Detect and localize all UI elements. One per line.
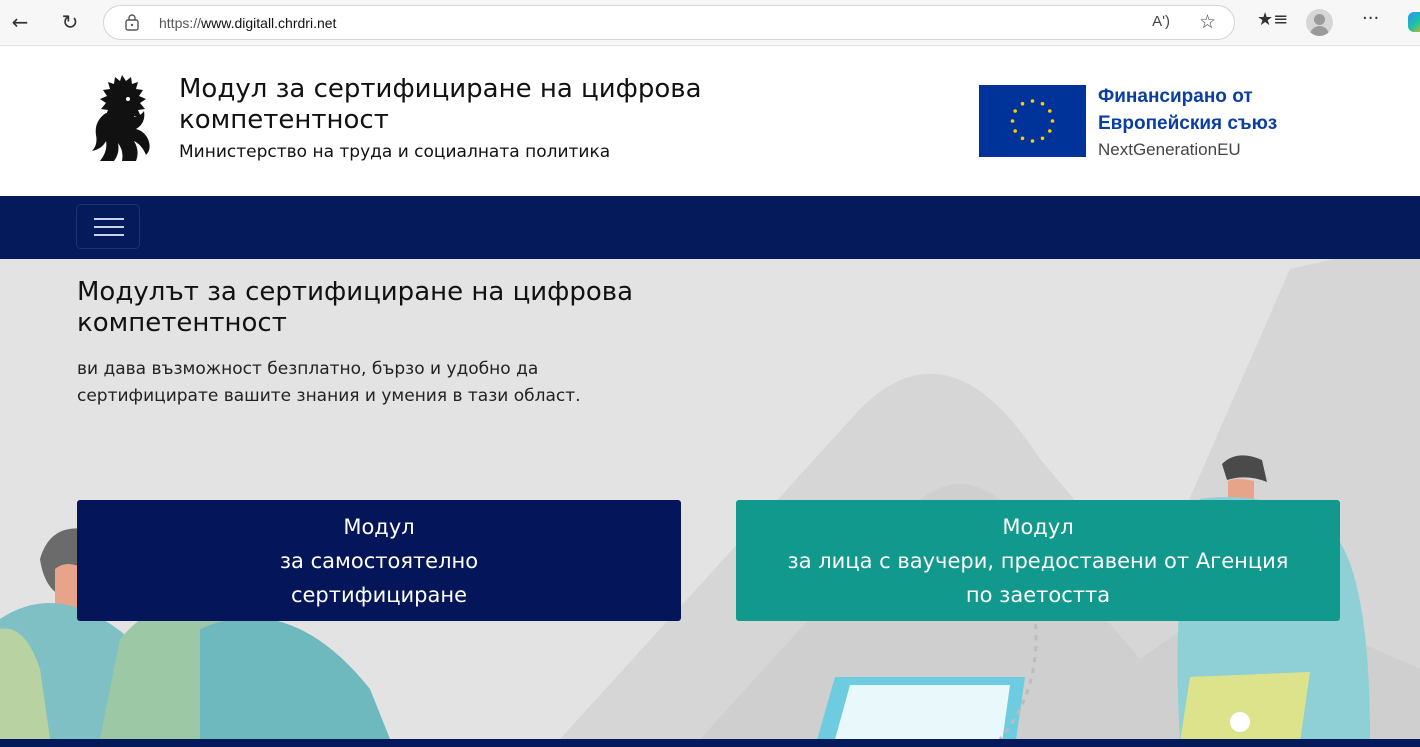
back-icon[interactable]: ←	[6, 8, 34, 36]
favorites-icon[interactable]: ★≡	[1257, 9, 1288, 30]
voucher-button-line1: Модул	[1002, 514, 1074, 539]
self-button-line2: за самостоятелно	[279, 548, 479, 573]
site-title: Модул за сертифициране на цифрова компет…	[179, 74, 702, 135]
hero-title: Модулът за сертифициране на цифрова комп…	[77, 277, 634, 338]
eu-funding-line1: Финансирано от	[1098, 86, 1253, 107]
ministry-subtitle: Министерство на труда и социалната полит…	[179, 142, 611, 162]
voucher-button-line3: по заетостта	[965, 582, 1111, 607]
coat-of-arms-lion-icon[interactable]	[86, 73, 160, 166]
more-icon[interactable]: ···	[1362, 8, 1379, 29]
self-button-line1: Модул	[343, 514, 415, 539]
voucher-button-line2: за лица с ваучери, предоставени от Агенц…	[787, 548, 1289, 573]
self-button-line3: сертифициране	[290, 582, 468, 607]
voucher-module-button[interactable]: Модул за лица с ваучери, предоставени от…	[736, 500, 1340, 621]
eu-flag-icon	[979, 85, 1086, 157]
lock-icon[interactable]	[124, 13, 140, 31]
address-bar[interactable]: https://www.digitall.chrdri.net Aʹ) ☆	[103, 5, 1235, 40]
hero-section: Модулът за сертифициране на цифрова комп…	[0, 259, 1420, 739]
browser-toolbar: ← ↻ https://www.digitall.chrdri.net Aʹ) …	[0, 0, 1420, 46]
hamburger-icon	[94, 218, 124, 220]
url-text[interactable]: https://www.digitall.chrdri.net	[159, 15, 336, 31]
main-navbar	[0, 196, 1420, 259]
copilot-icon[interactable]	[1408, 12, 1420, 32]
hero-description: ви дава възможност безплатно, бързо и уд…	[77, 359, 581, 406]
refresh-icon[interactable]: ↻	[56, 8, 84, 36]
eu-funding-line3: NextGenerationEU	[1098, 140, 1241, 159]
footer-bar	[0, 739, 1420, 747]
menu-toggle-button[interactable]	[76, 204, 140, 249]
eu-funding-line2: Европейския съюз	[1098, 113, 1278, 134]
favorite-star-icon[interactable]: ☆	[1199, 11, 1216, 33]
profile-avatar[interactable]	[1306, 9, 1333, 36]
site-header: Модул за сертифициране на цифрова компет…	[0, 46, 1420, 196]
read-aloud-icon[interactable]: Aʹ)	[1152, 13, 1170, 30]
self-certification-button[interactable]: Модул за самостоятелно сертифициране	[77, 500, 681, 621]
